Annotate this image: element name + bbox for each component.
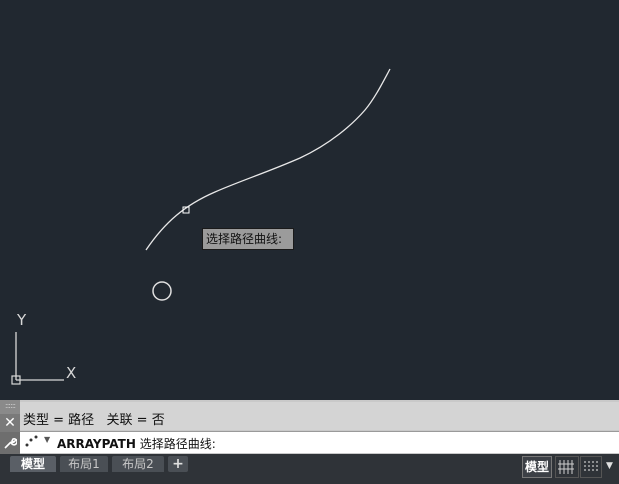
- add-layout-button[interactable]: +: [168, 456, 188, 472]
- ucs-x-label: X: [66, 364, 77, 382]
- cursor-pickbox-circle: [152, 281, 172, 301]
- dots-arc-icon: [25, 435, 38, 447]
- model-space-button[interactable]: 模型: [522, 456, 552, 478]
- chevron-down-icon: ▼: [606, 461, 613, 471]
- path-curve[interactable]: [145, 68, 391, 251]
- command-line-panel: :::::: ✕ 类型 = 路径 关联 = 否 ▼ ARRAYPATH 选择路径…: [0, 400, 619, 454]
- command-name: ARRAYPATH: [57, 437, 136, 451]
- autocad-window: 选择路径曲线: Y X :::::: ✕ 类型 = 路径 关联 = 否 ▼ AR…: [0, 0, 619, 484]
- snap-toggle-button[interactable]: [580, 456, 602, 478]
- canvas-graphics: [11, 68, 391, 385]
- snap-grid-icon: [584, 461, 598, 471]
- command-input[interactable]: ▼ ARRAYPATH 选择路径曲线:: [20, 431, 619, 453]
- customize-wrench-icon[interactable]: [0, 432, 20, 454]
- command-history: 类型 = 路径 关联 = 否: [20, 402, 619, 430]
- wrench-icon: [4, 438, 18, 449]
- grid-icon: [558, 460, 574, 474]
- tab-model[interactable]: 模型: [10, 456, 56, 472]
- status-bar: 模型 布局1 布局2 + 模型 ▼: [0, 454, 619, 484]
- snap-menu-dropdown[interactable]: ▼: [603, 456, 618, 478]
- ucs-y-label: Y: [17, 311, 27, 329]
- tab-layout2[interactable]: 布局2: [112, 456, 164, 472]
- grid-toggle-button[interactable]: [555, 456, 579, 478]
- command-tooltip: 选择路径曲线:: [202, 228, 294, 250]
- drawing-canvas[interactable]: 选择路径曲线: Y X: [0, 0, 619, 400]
- ucs-icon: [11, 332, 64, 385]
- command-prompt-text: ARRAYPATH 选择路径曲线:: [57, 435, 216, 452]
- command-prompt: 选择路径曲线:: [139, 437, 216, 451]
- chevron-down-icon[interactable]: ▼: [44, 435, 50, 444]
- grip-handle-icon[interactable]: ::::::: [0, 400, 20, 414]
- close-icon[interactable]: ✕: [0, 414, 20, 432]
- tab-layout1[interactable]: 布局1: [60, 456, 108, 472]
- recent-commands-icon[interactable]: [24, 434, 44, 451]
